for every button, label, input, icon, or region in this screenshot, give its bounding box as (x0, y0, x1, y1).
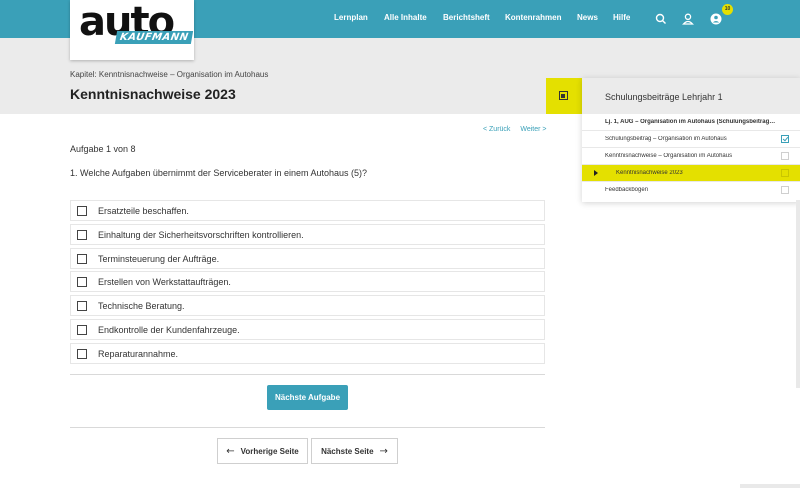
answer-label: Reparaturannahme. (98, 349, 179, 359)
outline-row[interactable]: Feedbackbogen (582, 182, 800, 199)
panel-header: Schulungsbeiträge Lehrjahr 1 (582, 78, 800, 114)
panel-title: Schulungsbeiträge Lehrjahr 1 (605, 92, 723, 102)
answer-label: Terminsteuerung der Aufträge. (98, 254, 220, 264)
answer-label: Endkontrolle der Kundenfahrzeuge. (98, 325, 240, 335)
next-page-label: Nächste Seite (321, 446, 374, 456)
scrollbar-track[interactable] (796, 200, 800, 388)
answer-option[interactable]: Endkontrolle der Kundenfahrzeuge. (70, 319, 545, 340)
next-task-button[interactable]: Nächste Aufgabe (267, 385, 348, 410)
panel-toggle-button[interactable] (546, 78, 582, 114)
arrow-right-icon: → (379, 445, 388, 457)
nav-berichtsheft[interactable]: Berichtsheft (443, 13, 490, 22)
nav-news[interactable]: News (577, 13, 598, 22)
outline-row-label: Feedbackbogen (605, 187, 649, 193)
nav-hilfe[interactable]: Hilfe (613, 13, 630, 22)
answer-checkbox[interactable] (77, 230, 87, 240)
list-icon (559, 91, 568, 100)
play-icon (594, 170, 598, 176)
course-outline-panel: Schulungsbeiträge Lehrjahr 1 Lj. 1, AUG … (582, 78, 800, 202)
next-page-button[interactable]: Nächste Seite → (311, 438, 398, 464)
user-icon[interactable] (681, 12, 695, 26)
previous-page-label: Vorherige Seite (240, 446, 299, 456)
answer-option[interactable]: Reparaturannahme. (70, 343, 545, 364)
auto-kaufmann-logo[interactable]: auto KAUFMANN (70, 0, 194, 60)
notification-count-badge: 10 (722, 4, 733, 15)
answer-option[interactable]: Ersatzteile beschaffen. (70, 200, 545, 221)
answer-option[interactable]: Technische Beratung. (70, 295, 545, 316)
outline-row-label: Lj. 1, AUG – Organisation im Autohaus (S… (605, 119, 776, 125)
answer-checkbox[interactable] (77, 301, 87, 311)
answer-checkbox[interactable] (77, 349, 87, 359)
previous-page-button[interactable]: ← Vorherige Seite (217, 438, 308, 464)
outline-row-active[interactable]: Kenntnisnachweise 2023 (582, 165, 800, 182)
breadcrumb: Kapitel: Kenntnisnachweise – Organisatio… (70, 70, 269, 79)
outline-row[interactable]: Lj. 1, AUG – Organisation im Autohaus (S… (582, 114, 800, 131)
outline-row-label: Kenntnisnachweise – Organisation im Auto… (605, 153, 733, 159)
answer-label: Ersatzteile beschaffen. (98, 206, 189, 216)
outline-row-label: Schulungsbeitrag – Organisation im Autoh… (605, 136, 727, 142)
answer-checkbox[interactable] (77, 206, 87, 216)
answer-label: Erstellen von Werkstattaufträgen. (98, 277, 231, 287)
notification-icon[interactable] (709, 12, 723, 26)
outline-row[interactable]: Schulungsbeitrag – Organisation im Autoh… (582, 131, 800, 148)
answer-checkbox[interactable] (77, 277, 87, 287)
answer-checkbox[interactable] (77, 254, 87, 264)
question-text: 1. Welche Aufgaben übernimmt der Service… (70, 168, 367, 178)
divider (70, 427, 545, 428)
task-counter: Aufgabe 1 von 8 (70, 144, 136, 154)
arrow-left-icon: ← (226, 445, 235, 457)
outline-row[interactable]: Kenntnisnachweise – Organisation im Auto… (582, 148, 800, 165)
answer-option[interactable]: Erstellen von Werkstattaufträgen. (70, 271, 545, 292)
answer-option[interactable]: Einhaltung der Sicherheitsvorschriften k… (70, 224, 545, 245)
nav-alle-inhalte[interactable]: Alle Inhalte (384, 13, 427, 22)
nav-kontenrahmen[interactable]: Kontenrahmen (505, 13, 561, 22)
answer-checkbox[interactable] (77, 325, 87, 335)
answer-option[interactable]: Terminsteuerung der Aufträge. (70, 248, 545, 269)
search-icon[interactable] (654, 12, 668, 26)
page-edge-shade (740, 484, 800, 488)
outline-row-label: Kenntnisnachweise 2023 (616, 170, 683, 176)
logo-subtitle: KAUFMANN (114, 31, 194, 44)
progress-checkbox[interactable] (781, 186, 789, 194)
page-title: Kenntnisnachweise 2023 (70, 86, 236, 102)
forward-link[interactable]: Weiter > (520, 126, 546, 133)
completed-checkbox[interactable] (781, 135, 789, 143)
nav-lernplan[interactable]: Lernplan (334, 13, 368, 22)
progress-checkbox[interactable] (781, 152, 789, 160)
task-navigation: < Zurück Weiter > (483, 126, 546, 133)
progress-checkbox[interactable] (781, 169, 789, 177)
divider (70, 374, 545, 375)
answer-label: Technische Beratung. (98, 301, 185, 311)
answer-label: Einhaltung der Sicherheitsvorschriften k… (98, 230, 304, 240)
back-link[interactable]: < Zurück (483, 126, 510, 133)
